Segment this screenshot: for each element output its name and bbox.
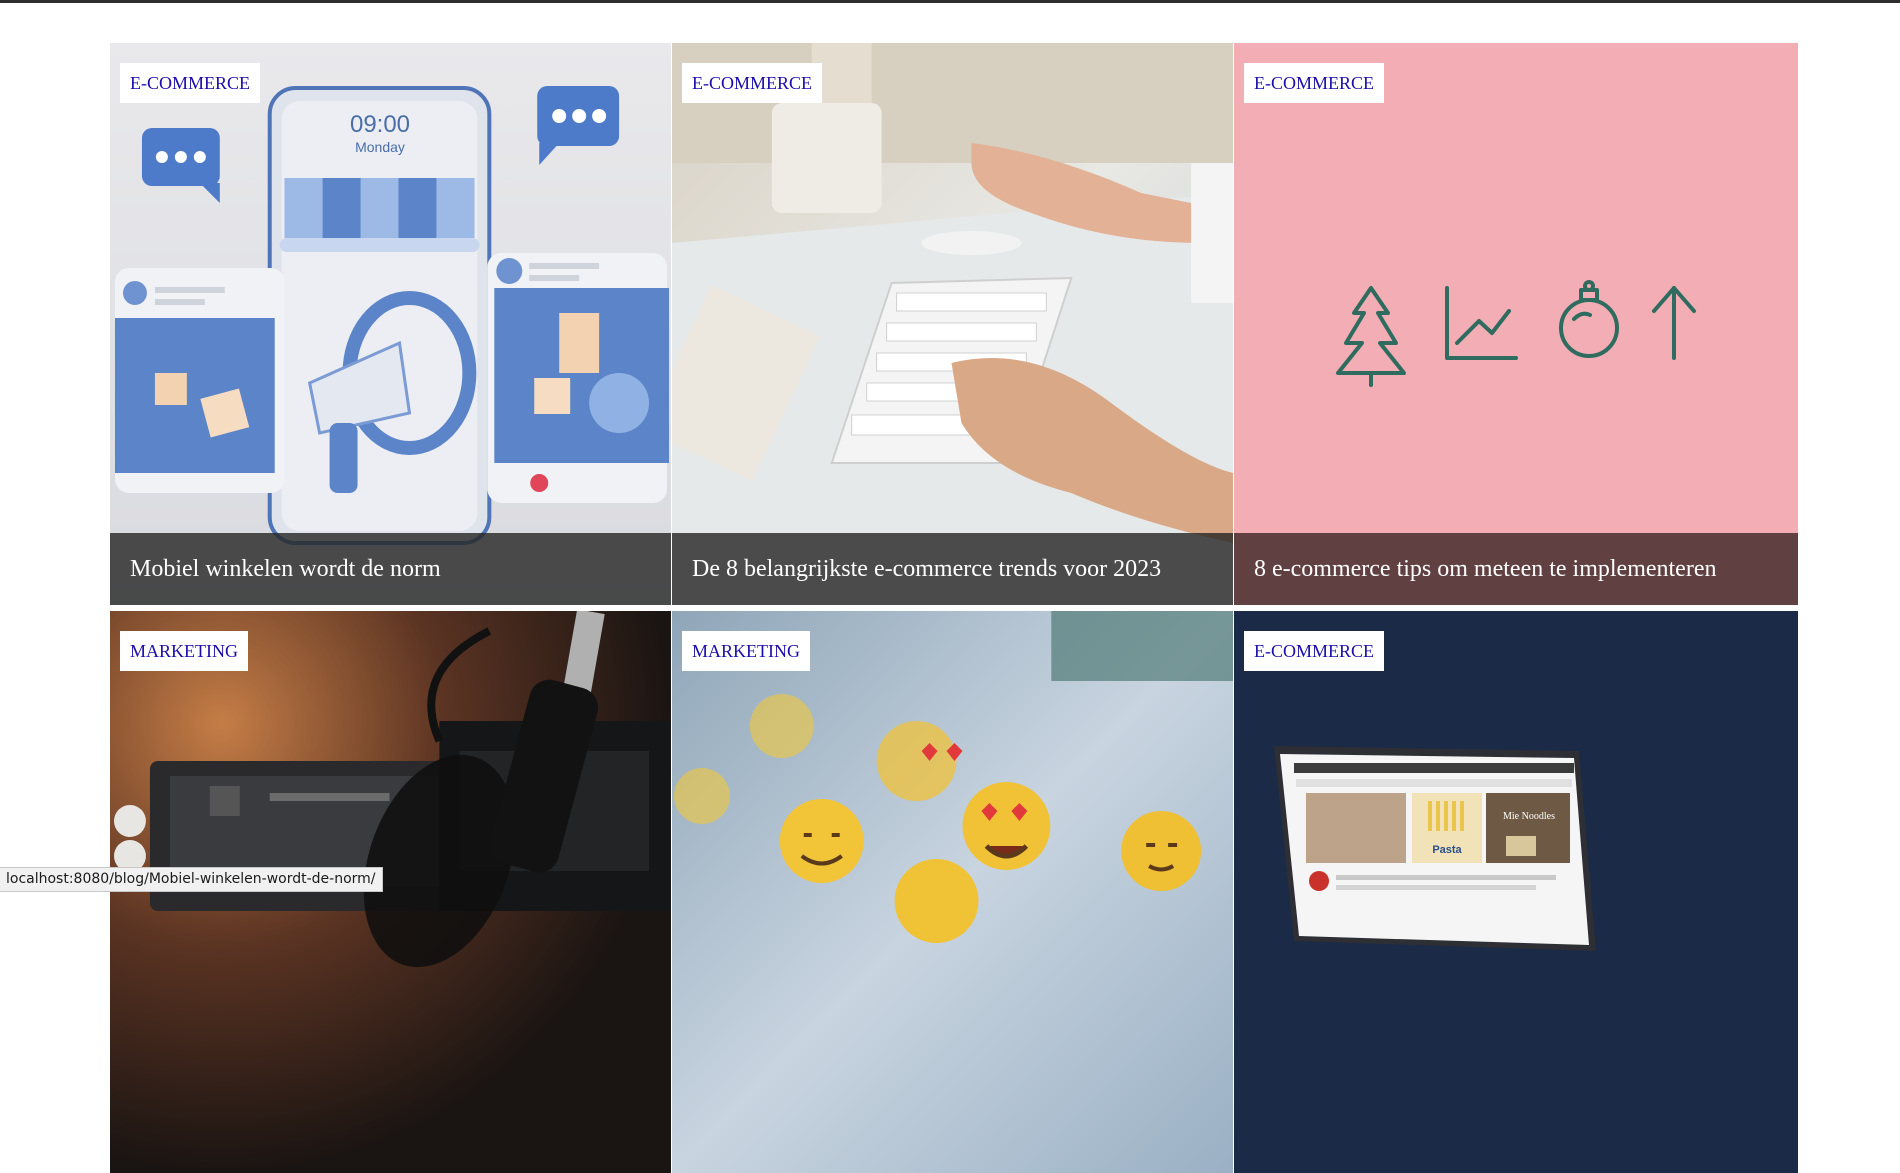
category-badge-marketing[interactable]: MARKETING <box>682 631 810 671</box>
top-border <box>0 0 1900 3</box>
post-image-keyboard <box>672 43 1233 605</box>
blog-post-grid: 09:00 Monday E-COMMERCE Mobiel winkelen … <box>110 43 1798 1173</box>
phone-time: 09:00 <box>349 111 411 138</box>
post-card-marketing-microphone[interactable]: MARKETING <box>110 611 672 1173</box>
phone-clock: 09:00 Monday <box>300 111 460 155</box>
post-card-ecommerce-trends[interactable]: E-COMMERCE De 8 belangrijkste e-commerce… <box>672 43 1234 605</box>
post-title[interactable]: De 8 belangrijkste e-commerce trends voo… <box>672 533 1233 605</box>
post-title[interactable]: Mobiel winkelen wordt de norm <box>110 533 671 605</box>
post-card-ecommerce-tips[interactable]: E-COMMERCE 8 e-commerce tips om meteen t… <box>1234 43 1798 605</box>
category-badge-ecommerce[interactable]: E-COMMERCE <box>682 63 823 103</box>
post-card-marketing-emojis[interactable]: MARKETING <box>672 611 1234 1173</box>
post-image-laptop <box>1234 611 1798 1173</box>
category-badge-marketing[interactable]: MARKETING <box>120 631 248 671</box>
category-badge-ecommerce[interactable]: E-COMMERCE <box>1244 63 1385 103</box>
post-image-icons <box>1234 43 1798 605</box>
post-card-mobile-shopping[interactable]: 09:00 Monday E-COMMERCE Mobiel winkelen … <box>110 43 672 605</box>
category-badge-ecommerce[interactable]: E-COMMERCE <box>120 63 261 103</box>
category-badge-ecommerce[interactable]: E-COMMERCE <box>1244 631 1385 671</box>
phone-day: Monday <box>355 139 405 155</box>
laptop-banner-pasta: Pasta <box>1432 844 1462 856</box>
post-image-microphone <box>110 611 671 1173</box>
post-image-emojis <box>672 611 1233 1173</box>
post-card-ecommerce-webshop[interactable]: Pasta Mie Noodles E-COMMERCE <box>1234 611 1798 1173</box>
browser-status-url: localhost:8080/blog/Mobiel-winkelen-word… <box>0 867 383 892</box>
post-title[interactable]: 8 e-commerce tips om meteen te implement… <box>1234 533 1798 605</box>
laptop-banner-noodles: Mie Noodles <box>1503 811 1555 822</box>
